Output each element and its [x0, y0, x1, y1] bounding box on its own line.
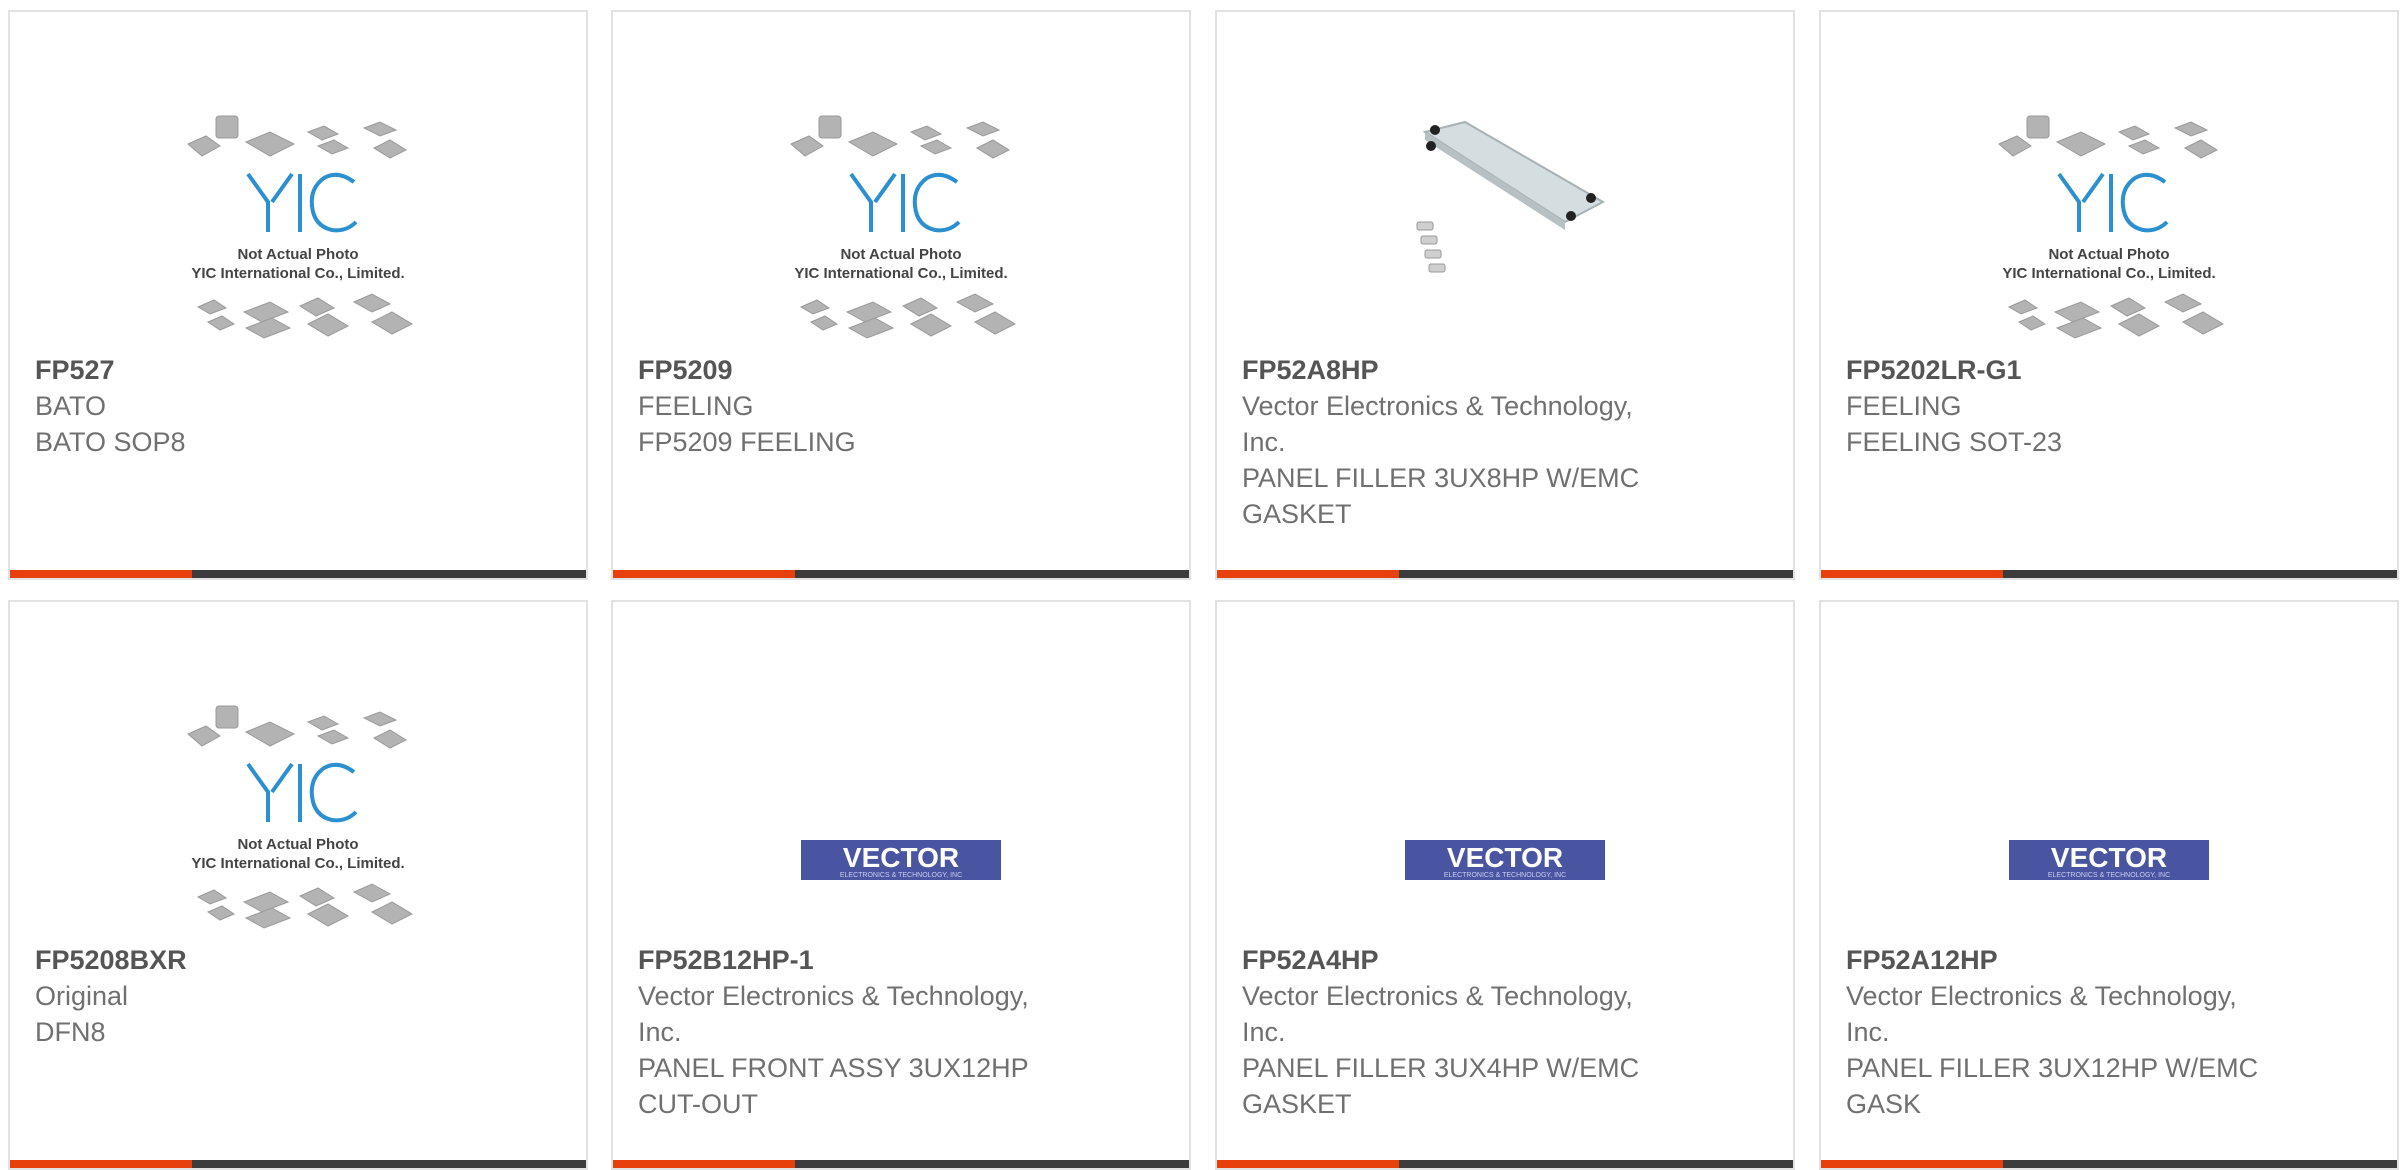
- product-card[interactable]: Not Actual Photo YIC International Co., …: [8, 10, 588, 580]
- product-info: FP52A4HP Vector Electronics & Technology…: [1242, 942, 1672, 1122]
- yic-placeholder-image: Not Actual Photo YIC International Co., …: [1998, 115, 2225, 339]
- product-image[interactable]: Not Actual Photo YIC International Co., …: [158, 692, 438, 942]
- description: PANEL FILLER 3UX4HP W/EMC GASKET: [1242, 1053, 1640, 1119]
- placeholder-line2: YIC International Co., Limited.: [794, 265, 1007, 282]
- manufacturer: Vector Electronics & Technology, Inc.: [1846, 981, 2237, 1047]
- product-card[interactable]: FP52A8HP Vector Electronics & Technology…: [1215, 10, 1795, 580]
- product-image[interactable]: VECTOR ELECTRONICS & TECHNOLOGY, INC: [761, 692, 1041, 942]
- vector-logo-text: VECTOR: [2051, 842, 2167, 873]
- placeholder-line1: Not Actual Photo: [840, 246, 961, 263]
- manufacturer: Vector Electronics & Technology, Inc.: [1242, 391, 1633, 457]
- card-accent-bar: [613, 570, 795, 578]
- vector-logo-text: VECTOR: [843, 842, 959, 873]
- manufacturer: FEELING: [638, 391, 754, 421]
- vector-logo-subtext: ELECTRONICS & TECHNOLOGY, INC: [840, 872, 962, 879]
- product-image[interactable]: Not Actual Photo YIC International Co., …: [1969, 102, 2249, 352]
- vector-logo-image: VECTOR ELECTRONICS & TECHNOLOGY, INC: [2009, 840, 2209, 880]
- vector-logo-subtext: ELECTRONICS & TECHNOLOGY, INC: [2048, 872, 2170, 879]
- placeholder-line2: YIC International Co., Limited.: [191, 855, 404, 872]
- part-number[interactable]: FP5209: [638, 352, 1068, 388]
- card-bottom-bar: [613, 570, 1189, 578]
- card-bottom-bar: [10, 570, 586, 578]
- product-card[interactable]: VECTOR ELECTRONICS & TECHNOLOGY, INC FP5…: [1819, 600, 2399, 1170]
- product-grid: Not Actual Photo YIC International Co., …: [0, 0, 2400, 1170]
- placeholder-line1: Not Actual Photo: [2048, 246, 2169, 263]
- product-image[interactable]: VECTOR ELECTRONICS & TECHNOLOGY, INC: [1365, 692, 1645, 942]
- placeholder-line2: YIC International Co., Limited.: [2002, 265, 2215, 282]
- product-info: FP5208BXR Original DFN8: [35, 942, 465, 1050]
- vector-logo-image: VECTOR ELECTRONICS & TECHNOLOGY, INC: [801, 840, 1001, 880]
- description: DFN8: [35, 1017, 106, 1047]
- manufacturer: Vector Electronics & Technology, Inc.: [638, 981, 1029, 1047]
- product-info: FP5202LR-G1 FEELING FEELING SOT-23: [1846, 352, 2276, 460]
- product-image[interactable]: [1365, 102, 1645, 352]
- yic-placeholder-image: Not Actual Photo YIC International Co., …: [187, 705, 414, 929]
- placeholder-line2: YIC International Co., Limited.: [191, 265, 404, 282]
- product-image[interactable]: Not Actual Photo YIC International Co., …: [761, 102, 1041, 352]
- product-image[interactable]: Not Actual Photo YIC International Co., …: [158, 102, 438, 352]
- description: FEELING SOT-23: [1846, 427, 2063, 457]
- product-info: FP52B12HP-1 Vector Electronics & Technol…: [638, 942, 1068, 1122]
- vector-logo-image: VECTOR ELECTRONICS & TECHNOLOGY, INC: [1405, 840, 1605, 880]
- vector-logo-text: VECTOR: [1447, 842, 1563, 873]
- product-card[interactable]: Not Actual Photo YIC International Co., …: [1819, 10, 2399, 580]
- part-number[interactable]: FP52A4HP: [1242, 942, 1672, 978]
- product-info: FP5209 FEELING FP5209 FEELING: [638, 352, 1068, 460]
- product-info: FP52A12HP Vector Electronics & Technolog…: [1846, 942, 2276, 1122]
- product-info: FP527 BATO BATO SOP8: [35, 352, 465, 460]
- placeholder-line1: Not Actual Photo: [237, 836, 358, 853]
- part-number[interactable]: FP5208BXR: [35, 942, 465, 978]
- product-card[interactable]: Not Actual Photo YIC International Co., …: [8, 600, 588, 1170]
- product-card[interactable]: Not Actual Photo YIC International Co., …: [611, 10, 1191, 580]
- part-number[interactable]: FP52A8HP: [1242, 352, 1672, 388]
- card-bottom-bar: [1821, 570, 2397, 578]
- card-accent-bar: [1821, 570, 2003, 578]
- manufacturer: BATO: [35, 391, 107, 421]
- description: PANEL FRONT ASSY 3UX12HP CUT-OUT: [638, 1053, 1029, 1119]
- product-card[interactable]: VECTOR ELECTRONICS & TECHNOLOGY, INC FP5…: [611, 600, 1191, 1170]
- part-number[interactable]: FP527: [35, 352, 465, 388]
- vector-logo-subtext: ELECTRONICS & TECHNOLOGY, INC: [1444, 872, 1566, 879]
- yic-placeholder-image: Not Actual Photo YIC International Co., …: [790, 115, 1017, 339]
- part-number[interactable]: FP52A12HP: [1846, 942, 2276, 978]
- manufacturer: FEELING: [1846, 391, 1962, 421]
- product-info: FP52A8HP Vector Electronics & Technology…: [1242, 352, 1672, 532]
- card-bottom-bar: [1217, 570, 1793, 578]
- description: PANEL FILLER 3UX12HP W/EMC GASK: [1846, 1053, 2259, 1119]
- card-accent-bar: [1217, 570, 1399, 578]
- card-accent-bar: [10, 570, 192, 578]
- description: FP5209 FEELING: [638, 427, 856, 457]
- product-image[interactable]: VECTOR ELECTRONICS & TECHNOLOGY, INC: [1969, 692, 2249, 942]
- manufacturer: Vector Electronics & Technology, Inc.: [1242, 981, 1633, 1047]
- product-card[interactable]: VECTOR ELECTRONICS & TECHNOLOGY, INC FP5…: [1215, 600, 1795, 1170]
- manufacturer: Original: [35, 981, 129, 1011]
- placeholder-line1: Not Actual Photo: [237, 246, 358, 263]
- description: PANEL FILLER 3UX8HP W/EMC GASKET: [1242, 463, 1640, 529]
- part-number[interactable]: FP52B12HP-1: [638, 942, 1068, 978]
- description: BATO SOP8: [35, 427, 186, 457]
- part-number[interactable]: FP5202LR-G1: [1846, 352, 2276, 388]
- panel-photo-image: [1416, 120, 1606, 273]
- yic-placeholder-image: Not Actual Photo YIC International Co., …: [187, 115, 414, 339]
